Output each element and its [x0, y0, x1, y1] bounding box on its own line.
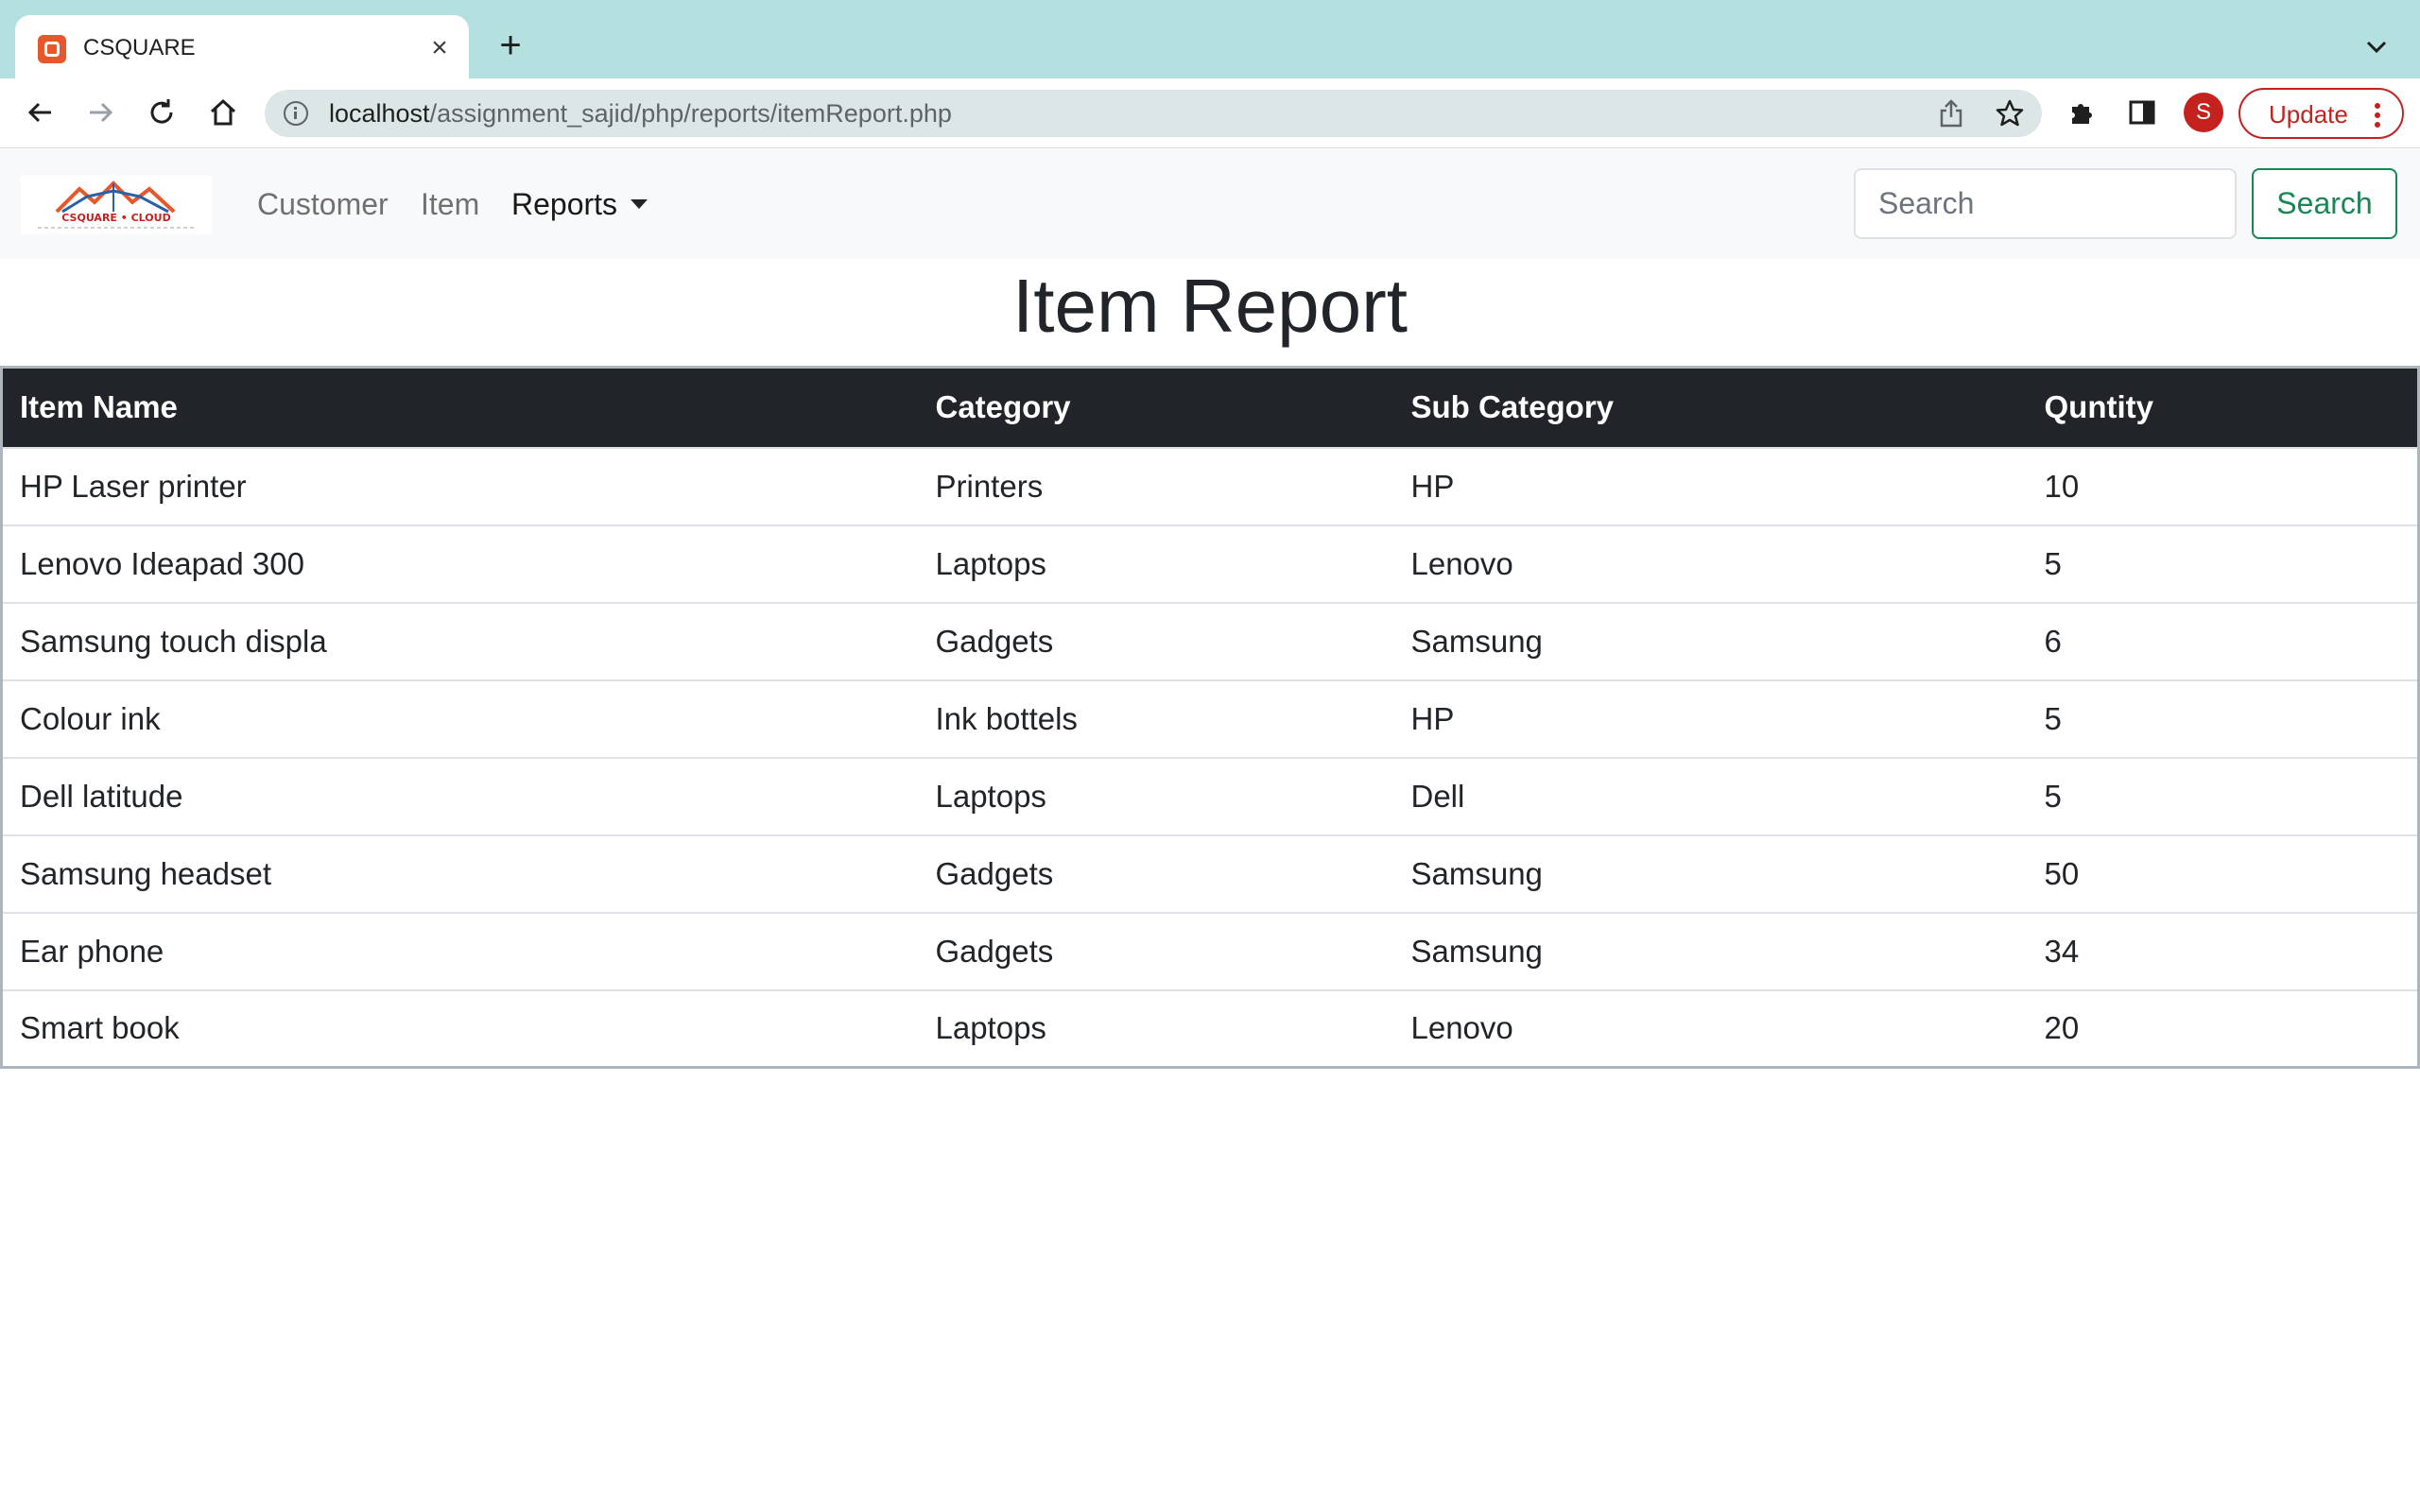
- address-bar[interactable]: localhost/assignment_sajid/php/reports/i…: [265, 90, 2042, 137]
- cell-quantity: 5: [2044, 778, 2062, 814]
- cell-item-name: Smart book: [20, 1010, 180, 1046]
- nav-link-item[interactable]: Item: [421, 184, 479, 224]
- cell-category: Laptops: [935, 1010, 1046, 1046]
- nav-dropdown-reports[interactable]: Reports: [511, 184, 648, 224]
- cell-quantity: 6: [2044, 623, 2062, 659]
- table-row: HP Laser printer Printers HP 10: [1, 447, 2419, 525]
- share-icon[interactable]: [1930, 93, 1972, 134]
- nav-link-reports-label: Reports: [511, 187, 618, 221]
- update-label: Update: [2269, 100, 2348, 129]
- table-row: Smart book Laptops Lenovo 20: [1, 989, 2419, 1068]
- browser-tab[interactable]: CSQUARE ×: [15, 15, 469, 78]
- cell-category: Gadgets: [935, 855, 1054, 891]
- url-host: localhost: [329, 99, 430, 128]
- cell-category: Laptops: [935, 545, 1046, 581]
- back-arrow-icon[interactable]: [19, 92, 60, 133]
- side-panel-icon[interactable]: [2121, 92, 2163, 133]
- cell-item-name: HP Laser printer: [20, 468, 247, 504]
- cell-sub-category: Samsung: [1410, 623, 1543, 659]
- table-row: Lenovo Ideapad 300 Laptops Lenovo 5: [1, 524, 2419, 603]
- search-input[interactable]: [1854, 168, 2237, 239]
- bookmark-star-icon[interactable]: [1989, 93, 2031, 134]
- nav-link-customer[interactable]: Customer: [257, 184, 389, 224]
- extensions-puzzle-icon[interactable]: [2061, 92, 2102, 133]
- table-row: Colour ink Ink bottels HP 5: [1, 679, 2419, 758]
- column-header-sub-category: Sub Category: [1410, 389, 1615, 425]
- tab-close-icon[interactable]: ×: [424, 32, 456, 64]
- cell-item-name: Ear phone: [20, 933, 164, 969]
- cell-sub-category: Samsung: [1410, 855, 1543, 891]
- brand-logo-text: CSQUARE • CLOUD: [61, 212, 170, 224]
- search-button[interactable]: Search: [2252, 168, 2397, 239]
- table-row: Ear phone Gadgets Samsung 34: [1, 912, 2419, 990]
- page-title: Item Report: [1012, 264, 1408, 348]
- site-info-icon[interactable]: [284, 101, 308, 126]
- tab-search-chevron-icon[interactable]: [2358, 28, 2395, 66]
- table-row: Samsung headset Gadgets Samsung 50: [1, 834, 2419, 913]
- browser-toolbar: localhost/assignment_sajid/php/reports/i…: [0, 78, 2420, 148]
- table-header-row: Item Name Category Sub Category Quntity: [1, 367, 2419, 448]
- site-navbar: CSQUARE • CLOUD Customer Item Reports Se…: [0, 149, 2420, 259]
- cell-category: Ink bottels: [935, 700, 1078, 736]
- cell-sub-category: Samsung: [1410, 933, 1543, 969]
- more-menu-icon[interactable]: [2375, 103, 2380, 128]
- cell-category: Printers: [935, 468, 1044, 504]
- caret-down-icon: [631, 199, 648, 209]
- cell-quantity: 34: [2044, 933, 2080, 969]
- url-text[interactable]: localhost/assignment_sajid/php/reports/i…: [329, 97, 952, 129]
- column-header-item-name: Item Name: [20, 389, 178, 425]
- cell-quantity: 50: [2044, 855, 2080, 891]
- cell-sub-category: Lenovo: [1410, 545, 1513, 581]
- favicon-icon: [38, 35, 66, 63]
- profile-avatar[interactable]: S: [2184, 93, 2223, 132]
- brand-logo[interactable]: CSQUARE • CLOUD: [21, 176, 212, 234]
- cell-sub-category: HP: [1410, 700, 1455, 736]
- cell-quantity: 10: [2044, 468, 2080, 504]
- new-tab-plus-icon[interactable]: +: [490, 26, 531, 67]
- cell-sub-category: Dell: [1410, 778, 1465, 814]
- cell-category: Gadgets: [935, 933, 1054, 969]
- table-row: Samsung touch displa Gadgets Samsung 6: [1, 602, 2419, 680]
- cell-sub-category: HP: [1410, 468, 1455, 504]
- item-report-table: Item Name Category Sub Category Quntity …: [0, 366, 2420, 1069]
- browser-update-button[interactable]: Update: [2238, 88, 2404, 139]
- cell-quantity: 5: [2044, 545, 2062, 581]
- cell-item-name: Samsung headset: [20, 855, 272, 891]
- browser-tabstrip: CSQUARE × +: [0, 0, 2420, 78]
- cell-item-name: Samsung touch displa: [20, 623, 327, 659]
- url-path: /assignment_sajid/php/reports/itemReport…: [429, 99, 952, 128]
- cell-category: Gadgets: [935, 623, 1054, 659]
- cell-quantity: 5: [2044, 700, 2062, 736]
- cell-item-name: Lenovo Ideapad 300: [20, 545, 304, 581]
- cell-sub-category: Lenovo: [1410, 1010, 1513, 1046]
- table-row: Dell latitude Laptops Dell 5: [1, 757, 2419, 835]
- column-header-category: Category: [935, 389, 1071, 425]
- cell-item-name: Dell latitude: [20, 778, 183, 814]
- column-header-quantity: Quntity: [2044, 389, 2153, 425]
- forward-arrow-icon[interactable]: [80, 92, 122, 133]
- cell-quantity: 20: [2044, 1010, 2080, 1046]
- home-icon[interactable]: [202, 92, 244, 133]
- cell-category: Laptops: [935, 778, 1046, 814]
- reload-icon[interactable]: [141, 92, 182, 133]
- tab-title: CSQUARE: [83, 35, 196, 60]
- cell-item-name: Colour ink: [20, 700, 161, 736]
